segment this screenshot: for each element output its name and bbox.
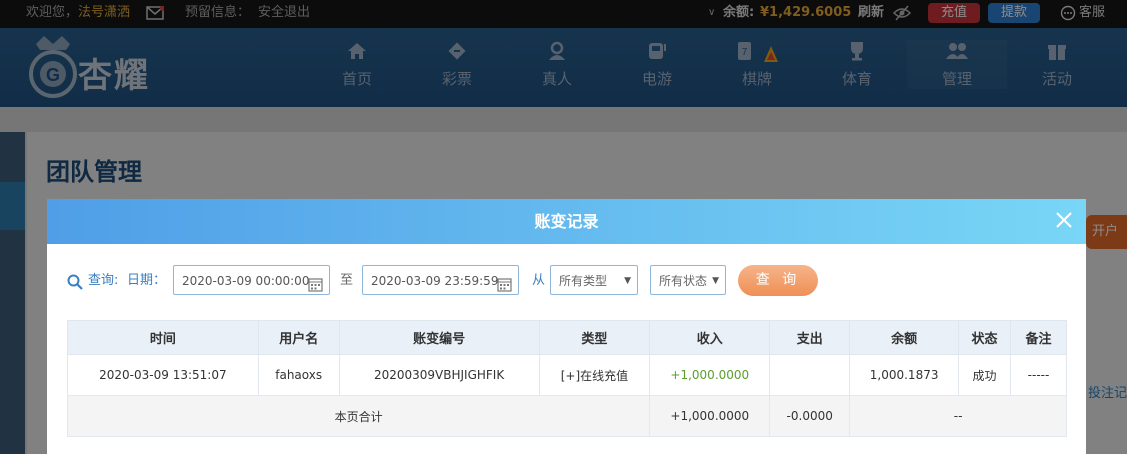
cell-balance: 1,000.1873 [849, 354, 960, 396]
query-button[interactable]: 查 询 [738, 265, 818, 296]
type-select-value: 所有类型 [559, 274, 608, 288]
start-date-input[interactable]: 2020-03-09 00:00:00 [173, 265, 330, 295]
transaction-table: 时间 用户名 账变编号 类型 收入 支出 余额 状态 备注 2020-03-09… [66, 320, 1067, 437]
transaction-modal: 账变记录 查询: 日期： 2020-03-09 00:00:00 至 2020-… [47, 199, 1086, 454]
filter-bar: 查询: 日期： 2020-03-09 00:00:00 至 2020-03-09… [47, 265, 1086, 299]
calendar-icon[interactable] [308, 273, 323, 292]
cell-time: 2020-03-09 13:51:07 [67, 354, 259, 396]
modal-header: 账变记录 [47, 199, 1086, 244]
col-status: 状态 [958, 320, 1012, 355]
col-expense: 支出 [769, 320, 851, 355]
status-select[interactable]: 所有状态 ▼ [650, 265, 726, 295]
cell-note: ----- [1010, 354, 1067, 396]
type-select[interactable]: 所有类型 ▼ [550, 265, 638, 295]
end-date-input[interactable]: 2020-03-09 23:59:59 [362, 265, 519, 295]
cell-status: 成功 [958, 354, 1012, 396]
close-icon[interactable] [1052, 208, 1076, 232]
col-code: 账变编号 [338, 320, 540, 355]
table-row: 2020-03-09 13:51:07 fahaoxs 20200309VBHJ… [67, 354, 1067, 396]
col-type: 类型 [538, 320, 651, 355]
status-select-value: 所有状态 [659, 274, 708, 288]
to-label: 至 [340, 273, 354, 288]
summary-rest: -- [849, 395, 1067, 437]
modal-title: 账变记录 [534, 212, 599, 231]
cell-code: 20200309VBHJIGHFIK [338, 354, 540, 396]
summary-income: +1,000.0000 [649, 395, 771, 437]
search-icon [67, 271, 83, 303]
calendar-icon[interactable] [497, 273, 512, 292]
from-label: 从 [532, 273, 546, 288]
caret-down-icon: ▼ [624, 276, 631, 286]
summary-row: 本页合计 +1,000.0000 -0.0000 -- [66, 395, 1067, 437]
query-label: 查询: [88, 273, 119, 288]
col-balance: 余额 [849, 320, 960, 355]
end-date-value: 2020-03-09 23:59:59 [371, 274, 499, 288]
cell-income: +1,000.0000 [649, 354, 771, 396]
start-date-value: 2020-03-09 00:00:00 [182, 274, 310, 288]
table-header-row: 时间 用户名 账变编号 类型 收入 支出 余额 状态 备注 [67, 320, 1067, 355]
cell-user: fahaoxs [257, 354, 340, 396]
col-note: 备注 [1010, 320, 1067, 355]
cell-type: [+]在线充值 [538, 354, 651, 396]
date-label: 日期： [127, 273, 167, 288]
caret-down-icon: ▼ [712, 276, 719, 286]
summary-expense: -0.0000 [769, 395, 851, 437]
col-time: 时间 [67, 320, 259, 355]
col-income: 收入 [649, 320, 771, 355]
summary-label: 本页合计 [66, 395, 651, 437]
col-user: 用户名 [257, 320, 340, 355]
cell-expense [769, 354, 851, 396]
